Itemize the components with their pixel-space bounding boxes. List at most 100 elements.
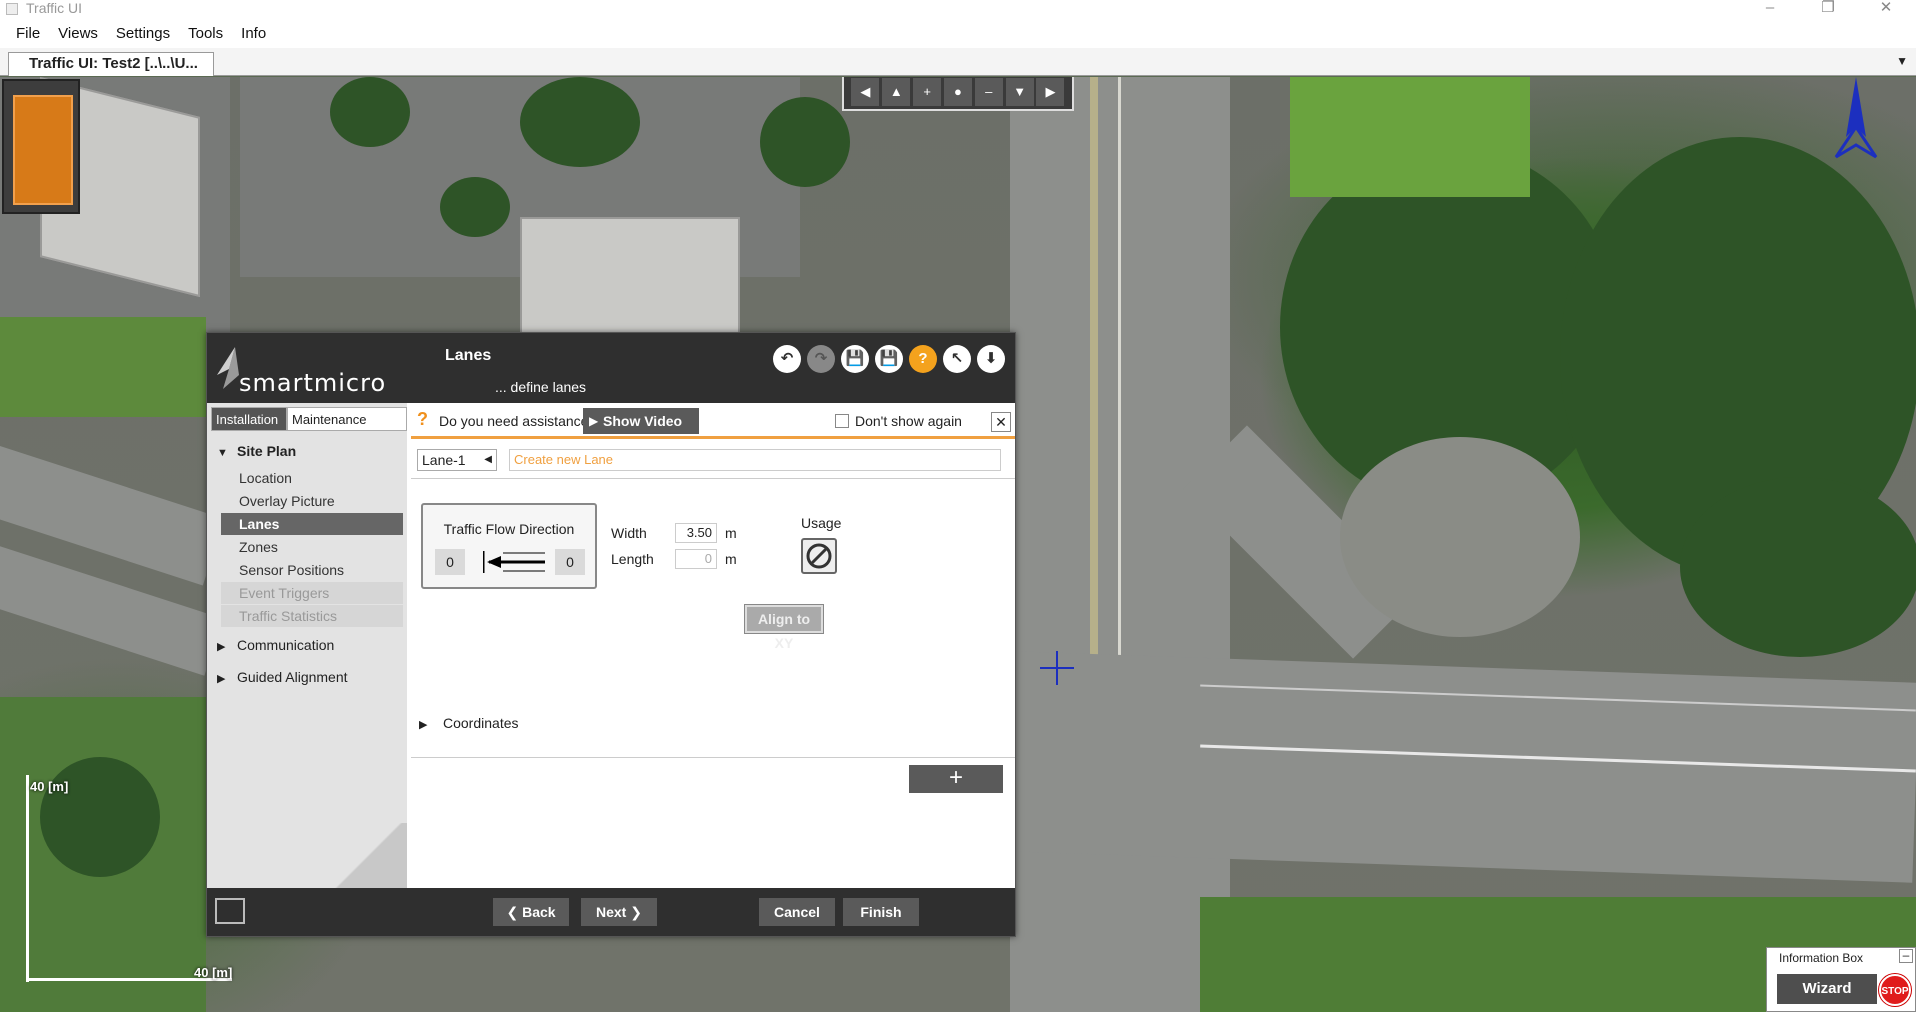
nav-group-site-plan[interactable]: ▼ Site Plan	[217, 443, 296, 459]
brand-logo: smartmicro	[239, 369, 387, 397]
coordinates-section[interactable]: ▶ Coordinates	[419, 715, 519, 731]
redo-icon[interactable]: ↷	[807, 345, 835, 373]
north-arrow-icon	[1834, 77, 1878, 159]
pan-up-button[interactable]: ▲	[882, 78, 911, 106]
lanes-wizard-dialog: smartmicro Lanes ... define lanes ↶ ↷ 💾 …	[206, 332, 1016, 937]
context-help-icon[interactable]: ↖	[943, 345, 971, 373]
nav-item-lanes[interactable]: Lanes	[221, 513, 403, 535]
back-button[interactable]: ❮ Back	[493, 898, 569, 926]
no-usage-icon	[806, 543, 832, 569]
help-icon[interactable]: ?	[909, 345, 937, 373]
save-as-icon[interactable]: 💾	[875, 345, 903, 373]
pan-right-button[interactable]: ▶	[1036, 78, 1065, 106]
nav-item-location[interactable]: Location	[221, 467, 403, 489]
finish-button[interactable]: Finish	[843, 898, 919, 926]
next-label: Next	[596, 904, 627, 920]
tree	[760, 97, 850, 187]
document-tab[interactable]: Traffic UI: Test2 [..\..\U...	[8, 52, 214, 76]
lane-select-dropdown[interactable]: Lane-1 ◀	[417, 449, 497, 471]
minimize-button[interactable]: –	[1748, 0, 1792, 18]
traffic-flow-right-value: 0	[555, 549, 585, 575]
information-box: Information Box – Wizard STOP	[1766, 947, 1916, 1012]
building	[520, 217, 740, 337]
tree	[520, 77, 640, 167]
show-video-button[interactable]: ▶ Show Video	[583, 408, 699, 434]
menu-tools[interactable]: Tools	[188, 25, 223, 42]
vertical-scale-label: 40 [m]	[30, 779, 69, 794]
close-assistance-button[interactable]: ✕	[991, 412, 1011, 432]
close-button[interactable]: ✕	[1864, 0, 1908, 18]
nav-group-label: Communication	[237, 637, 335, 653]
zoom-in-button[interactable]: +	[913, 78, 942, 106]
decorative-corner-graphic	[333, 823, 407, 888]
crosshair-icon	[1040, 651, 1074, 685]
restore-button[interactable]: ❐	[1806, 0, 1850, 18]
map-navigation-control: ◀ ▲ + ● – ▼ ▶	[842, 77, 1074, 111]
nav-item-sensor-positions[interactable]: Sensor Positions	[221, 559, 403, 581]
dont-show-again-checkbox[interactable]	[835, 414, 849, 428]
cancel-button[interactable]: Cancel	[759, 898, 835, 926]
tab-installation[interactable]: Installation	[211, 407, 287, 431]
lane-marking	[1118, 77, 1121, 677]
pan-left-button[interactable]: ◀	[851, 78, 880, 106]
download-icon[interactable]: ⬇	[977, 345, 1005, 373]
grass-area	[0, 317, 206, 417]
undo-icon[interactable]: ↶	[773, 345, 801, 373]
width-input[interactable]: 3.50	[675, 523, 717, 543]
nav-tabs: Installation Maintenance	[211, 407, 407, 431]
question-mark-icon: ?	[417, 409, 428, 429]
tree	[1680, 477, 1916, 657]
divider	[411, 757, 1015, 758]
traffic-flow-direction-label: Traffic Flow Direction	[443, 521, 575, 537]
width-label: Width	[611, 525, 647, 541]
nav-group-communication[interactable]: ▶ Communication	[217, 637, 334, 653]
pan-down-button[interactable]: ▼	[1005, 78, 1034, 106]
chevron-right-icon: ❯	[626, 904, 642, 920]
tab-list-dropdown-icon[interactable]: ▼	[1896, 54, 1908, 68]
traffic-flow-direction-panel[interactable]: Traffic Flow Direction 0 0	[421, 503, 597, 589]
dialog-title: Lanes	[445, 347, 492, 364]
dont-show-again-label: Don't show again	[855, 413, 962, 429]
menu-views[interactable]: Views	[58, 25, 98, 42]
nav-item-traffic-statistics[interactable]: Traffic Statistics	[221, 605, 403, 627]
stop-button[interactable]: STOP	[1879, 974, 1911, 1006]
lane-select-value: Lane-1	[422, 452, 466, 468]
minimap-thumbnail[interactable]	[2, 79, 80, 214]
information-box-minimize-button[interactable]: –	[1899, 949, 1913, 963]
coordinates-label: Coordinates	[443, 715, 519, 731]
center-button[interactable]: ●	[943, 78, 972, 106]
nav-group-guided-alignment[interactable]: ▶ Guided Alignment	[217, 669, 348, 685]
dialog-subtitle: ... define lanes	[495, 379, 587, 395]
vertical-scale-bar	[26, 775, 29, 982]
usage-button[interactable]	[801, 538, 837, 574]
save-icon[interactable]: 💾	[841, 345, 869, 373]
create-new-lane-input[interactable]: Create new Lane	[509, 449, 1001, 471]
menu-icon[interactable]	[215, 898, 245, 924]
assistance-bar: ? Do you need assistance? ▶ Show Video Do…	[411, 403, 1015, 439]
nav-item-zones[interactable]: Zones	[221, 536, 403, 558]
add-lane-button[interactable]: +	[909, 765, 1003, 793]
length-unit: m	[725, 551, 737, 567]
show-video-label: Show Video	[603, 413, 683, 429]
menu-settings[interactable]: Settings	[116, 25, 170, 42]
nav-item-event-triggers[interactable]: Event Triggers	[221, 582, 403, 604]
length-input[interactable]: 0	[675, 549, 717, 569]
document-tab-bar: Traffic UI: Test2 [..\..\U... ▼	[0, 48, 1916, 76]
information-box-title: Information Box	[1779, 951, 1864, 965]
window-title: Traffic UI	[26, 0, 83, 16]
tab-maintenance[interactable]: Maintenance	[287, 407, 407, 431]
collapsed-triangle-icon: ▶	[217, 641, 226, 653]
wizard-button[interactable]: Wizard	[1777, 974, 1877, 1004]
play-icon: ▶	[589, 414, 599, 428]
dialog-footer: ❮ Back Next ❯ Cancel Finish	[207, 888, 1015, 936]
minimap-area	[13, 95, 73, 205]
align-to-xy-button[interactable]: Align to XY	[744, 604, 824, 651]
wizard-navigation-pane: Installation Maintenance ▼ Site Plan Loca…	[207, 403, 407, 888]
nav-item-overlay-picture[interactable]: Overlay Picture	[221, 490, 403, 512]
zoom-out-button[interactable]: –	[974, 78, 1003, 106]
lane-selection-row: Lane-1 ◀ Create new Lane	[411, 445, 1015, 479]
chevron-left-icon: ❮	[506, 904, 523, 920]
menu-file[interactable]: File	[16, 25, 40, 42]
menu-info[interactable]: Info	[241, 25, 266, 42]
next-button[interactable]: Next ❯	[581, 898, 657, 926]
